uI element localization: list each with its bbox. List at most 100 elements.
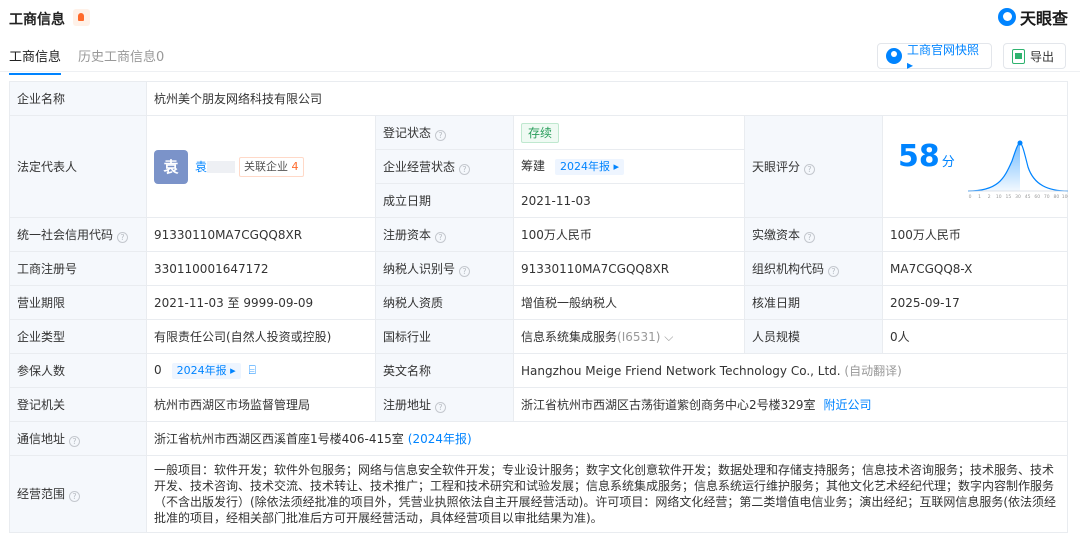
english-name: Hangzhou Meige Friend Network Technology… xyxy=(521,363,841,378)
score-value: 58 xyxy=(898,138,940,174)
taxpayer-id: 91330110MA7CGQQ8XR xyxy=(513,251,745,286)
score-tick-label: 70 xyxy=(1044,194,1050,199)
help-icon[interactable]: ? xyxy=(459,163,471,175)
table-row: 统一社会信用代码? 91330110MA7CGQQ8XR 注册资本? 100万人… xyxy=(9,217,1069,252)
found-date-label: 成立日期 xyxy=(375,183,514,218)
reg-status-cell: 存续 xyxy=(513,115,745,150)
contact-report-link[interactable]: (2024年报) xyxy=(408,432,472,446)
scope-label-cell: 经营范围? xyxy=(9,455,147,533)
table-row: 通信地址? 浙江省杭州市西湖区西溪首座1号楼406-415室 (2024年报) xyxy=(9,421,1069,456)
help-icon[interactable]: ? xyxy=(804,231,816,243)
score-widget: 58分 0 1 2 10 1530 4560 70 80100 xyxy=(890,117,1068,217)
business-scope: 一般项目：软件开发；软件外包服务；网络与信息安全软件开发；专业设计服务；数字文化… xyxy=(145,455,1069,533)
industry: 信息系统集成服务 xyxy=(521,329,618,344)
chart-icon[interactable]: ⌸ xyxy=(249,363,256,377)
op-status-label-cell: 企业经营状态? xyxy=(375,149,514,184)
score-label-cell: 天眼评分? xyxy=(744,115,883,218)
status-badge: 存续 xyxy=(521,122,560,143)
taxpayer-id-label-cell: 纳税人识别号? xyxy=(375,251,514,286)
export-label: 导出 xyxy=(1030,49,1055,64)
table-row: 企业名称 杭州美个朋友网络科技有限公司 xyxy=(9,81,1069,116)
approve-date-label: 核准日期 xyxy=(744,285,883,320)
tianyan-score: 58 分 xyxy=(898,141,955,171)
paid-capital-label: 实缴资本 xyxy=(752,227,801,242)
help-icon[interactable]: ? xyxy=(435,129,447,141)
score-unit: 分 xyxy=(941,154,955,170)
score-label: 天眼评分 xyxy=(752,159,801,174)
tax-qualification: 增值税一般纳税人 xyxy=(513,285,745,320)
insured-report-link[interactable]: 2024年报 ▸ xyxy=(171,363,241,379)
help-icon[interactable]: ? xyxy=(828,265,840,277)
related-companies-badge[interactable]: 关联企业 4 xyxy=(239,156,304,177)
scope-label: 经营范围 xyxy=(17,487,66,501)
official-snapshot-button[interactable]: 工商官网快照 ▸ xyxy=(877,42,992,72)
score-tick-label: 45 xyxy=(1025,194,1031,199)
score-tick-label: 80 xyxy=(1054,194,1060,199)
taxpayer-id-label: 纳税人识别号 xyxy=(383,261,456,276)
table-row: 经营范围? 一般项目：软件开发；软件外包服务；网络与信息安全软件开发；专业设计服… xyxy=(9,455,1069,533)
org-code-label-cell: 组织机构代码? xyxy=(744,251,883,286)
legal-rep-cell: 袁袁 关联企业 4 xyxy=(146,115,376,218)
op-status-cell: 筹建 2024年报 ▸ xyxy=(513,149,745,184)
org-code: MA7CGQQ8-X xyxy=(881,251,1069,286)
registration-authority: 杭州市西湖区市场监督管理局 xyxy=(146,387,376,422)
annual-report-link[interactable]: 2024年报 ▸ xyxy=(555,159,625,175)
table-row: 营业期限 2021-11-03 至 9999-09-09 纳税人资质 增值税一般… xyxy=(9,285,1069,320)
nearby-companies-link[interactable]: 附近公司 xyxy=(824,398,872,412)
export-button[interactable]: 导出 xyxy=(1003,43,1066,69)
authority-label: 登记机关 xyxy=(9,387,147,422)
registered-address: 浙江省杭州市西湖区古荡街道紫创商务中心2号楼329室 xyxy=(521,397,816,412)
capital-label-cell: 注册资本? xyxy=(375,217,514,252)
contact-address-label: 通信地址 xyxy=(17,431,66,446)
eye-icon xyxy=(997,8,1016,26)
business-term: 2021-11-03 至 9999-09-09 xyxy=(146,285,376,320)
avatar[interactable]: 袁 xyxy=(154,149,188,184)
header-bar: 工商信息 天眼查 xyxy=(0,0,1080,36)
score-tick-label: 10 xyxy=(996,194,1002,199)
legal-rep-name[interactable]: 袁 xyxy=(195,160,207,174)
registered-capital: 100万人民币 xyxy=(513,217,745,252)
page-title: 工商信息 xyxy=(9,12,65,28)
score-tick-label: 30 xyxy=(1015,194,1021,199)
industry-label: 国标行业 xyxy=(375,319,514,354)
help-icon[interactable]: ? xyxy=(435,231,447,243)
help-icon[interactable]: ? xyxy=(117,231,129,243)
help-icon[interactable]: ? xyxy=(69,491,81,502)
address-cell: 浙江省杭州市西湖区古荡街道紫创商务中心2号楼329室 附近公司 xyxy=(512,387,1069,422)
reg-no-label: 工商注册号 xyxy=(9,251,147,286)
approve-date: 2025-09-17 xyxy=(881,285,1069,320)
masked-name xyxy=(207,160,236,173)
contact-address-cell: 浙江省杭州市西湖区西溪首座1号楼406-415室 (2024年报) xyxy=(145,421,1069,456)
score-ticks: 0 1 2 10 1530 4560 70 80100 xyxy=(969,194,1068,199)
industry-code[interactable]: (I6531) ⌵ xyxy=(617,330,673,344)
insured-cell: 0 2024年报 ▸ ⌸ xyxy=(146,353,376,388)
score-distribution-chart: 0 1 2 10 1530 4560 70 80100 xyxy=(968,140,1068,199)
table-row: 工商注册号 330110001647172 纳税人识别号? 91330110MA… xyxy=(9,251,1069,286)
help-icon[interactable]: ? xyxy=(459,265,471,277)
address-label-cell: 注册地址? xyxy=(375,387,514,422)
official-snapshot-label: 工商官网快照 ▸ xyxy=(907,42,980,72)
score-tick-label: 15 xyxy=(1006,194,1012,199)
found-date: 2021-11-03 xyxy=(513,183,745,218)
score-cell[interactable]: 58分 0 1 2 10 1530 4560 70 80100 xyxy=(881,115,1069,218)
op-status-label: 企业经营状态 xyxy=(383,159,456,174)
company-type-label: 企业类型 xyxy=(9,319,147,354)
table-row: 法定代表人 袁袁 关联企业 4 登记状态? 存续 天眼评分? 58 分 0 1 2 10 1… xyxy=(9,115,1069,218)
help-icon[interactable]: ? xyxy=(804,163,816,175)
paid-capital-label-cell: 实缴资本? xyxy=(744,217,883,252)
credit-code: 91330110MA7CGQQ8XR xyxy=(146,217,376,252)
help-icon[interactable]: ? xyxy=(69,435,81,447)
help-icon[interactable]: ? xyxy=(435,401,447,413)
industry-cell[interactable]: 信息系统集成服务(I6531) ⌵ xyxy=(513,319,745,354)
table-row: 参保人数 0 2024年报 ▸ ⌸ 英文名称 Hangzhou Meige Frie… xyxy=(9,353,1069,388)
contact-address-label-cell: 通信地址? xyxy=(9,421,147,456)
credit-code-label: 统一社会信用代码 xyxy=(17,227,114,242)
snapshot-icon xyxy=(886,48,902,64)
table-row: 企业类型 有限责任公司(自然人投资或控股) 国标行业 信息系统集成服务(I653… xyxy=(9,319,1069,354)
brand-logo[interactable]: 天眼查 xyxy=(997,6,1068,28)
auto-translate-note: (自动翻译) xyxy=(844,363,902,378)
legal-rep-label: 法定代表人 xyxy=(9,115,147,218)
bell-icon[interactable] xyxy=(73,9,90,26)
reg-no: 330110001647172 xyxy=(146,251,376,286)
excel-icon xyxy=(1012,48,1025,64)
